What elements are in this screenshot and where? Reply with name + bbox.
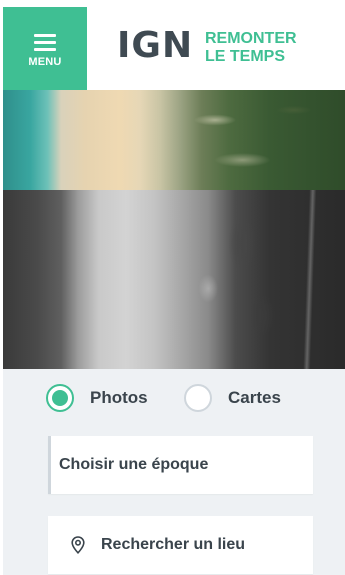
app-title-line2: LE TEMPS (205, 48, 286, 65)
menu-label: MENU (28, 55, 62, 68)
radio-selected-dot (52, 390, 68, 406)
place-search-field[interactable]: Rechercher un lieu (48, 516, 313, 574)
radio-cartes-label[interactable]: Cartes (228, 388, 281, 408)
app-title: REMONTER LE TEMPS (205, 30, 297, 66)
historical-aerial-photo (3, 190, 345, 369)
app-title-line1: REMONTER (205, 30, 297, 47)
radio-photos-circle[interactable] (46, 384, 74, 412)
radio-photos[interactable]: Photos (46, 384, 148, 412)
ign-logo[interactable]: IGN (117, 28, 193, 64)
epoch-select-label: Choisir une époque (59, 456, 209, 473)
mode-selector: Photos Cartes (3, 384, 345, 416)
aerial-imagery-comparison[interactable] (3, 90, 345, 369)
place-search-placeholder: Rechercher un lieu (101, 536, 246, 553)
location-pin-icon (69, 535, 87, 555)
epoch-select[interactable]: Choisir une époque (48, 436, 313, 494)
app-header: MENU IGN REMONTER LE TEMPS (0, 0, 345, 90)
controls-panel: Photos Cartes Choisir une époque Recherc… (3, 369, 345, 575)
recent-aerial-photo (3, 90, 345, 190)
radio-cartes[interactable]: Cartes (184, 384, 281, 412)
hamburger-icon (34, 33, 56, 51)
menu-button[interactable]: MENU (3, 7, 87, 90)
radio-cartes-circle[interactable] (184, 384, 212, 412)
ign-logo-text: IGN (117, 25, 194, 66)
radio-photos-label[interactable]: Photos (90, 388, 148, 408)
